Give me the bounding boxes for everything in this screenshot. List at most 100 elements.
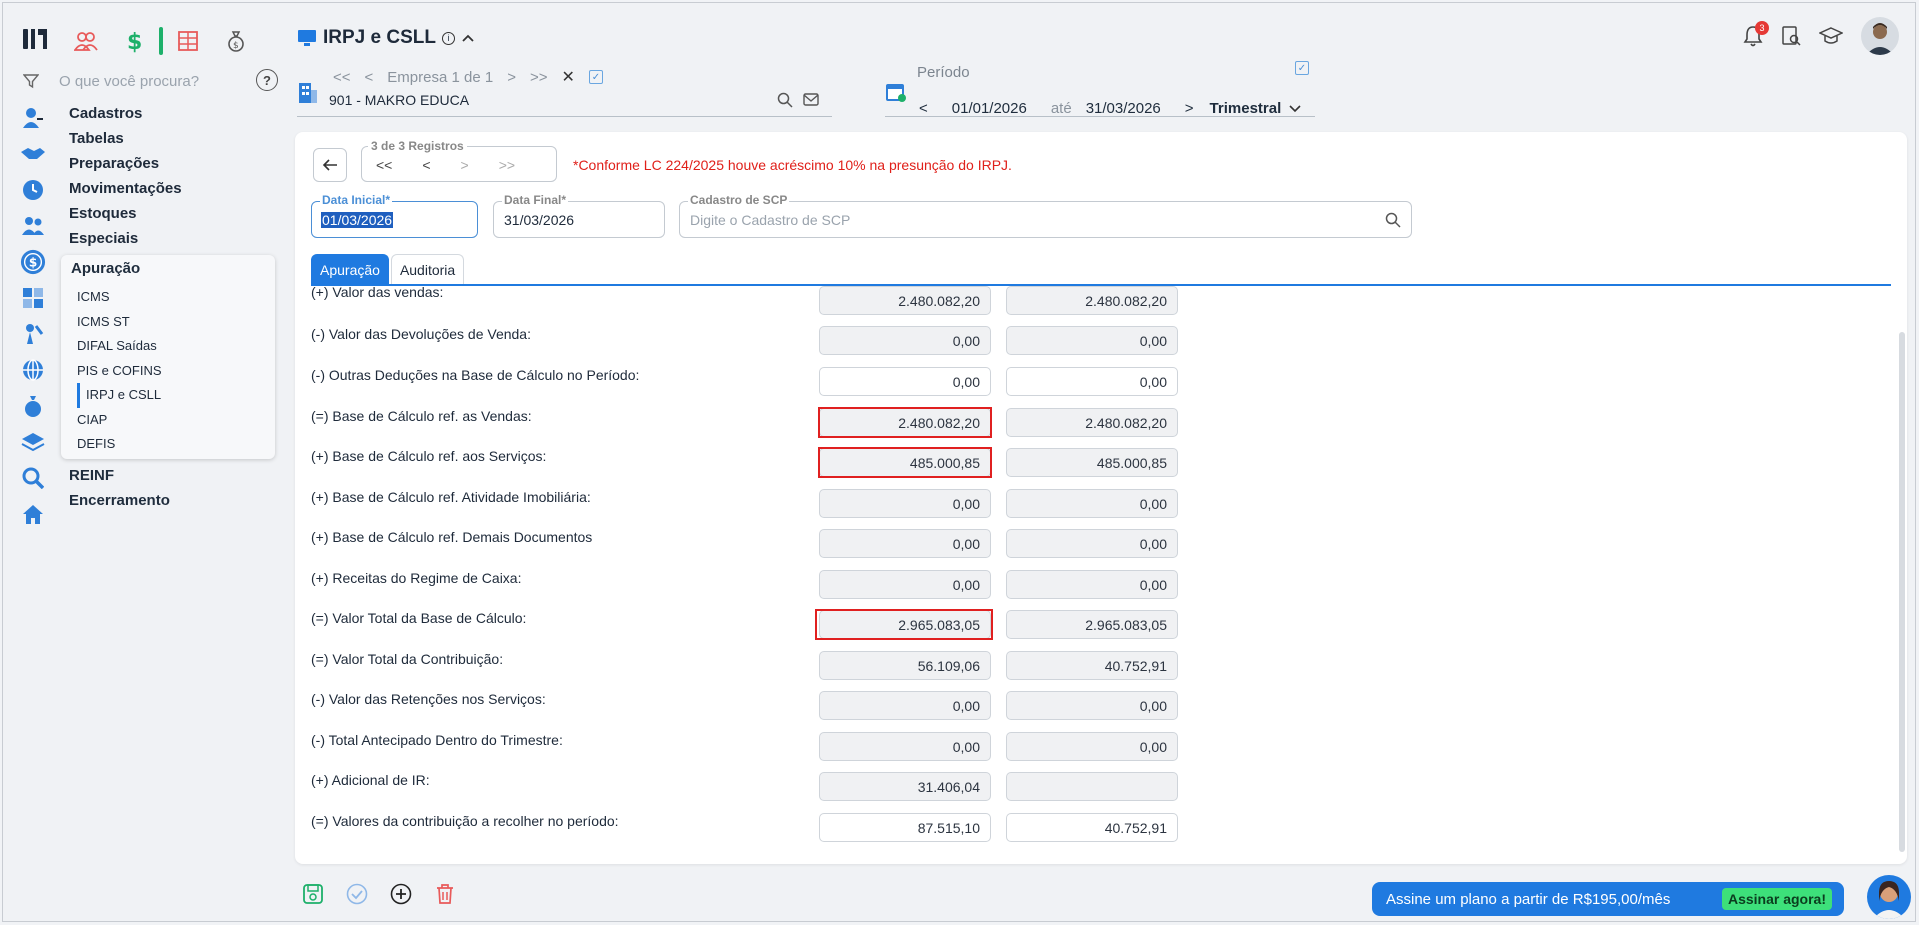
value-field-2[interactable]: 2.480.082,20	[1006, 286, 1178, 315]
menu-item-movimentacoes[interactable]: Movimentações	[69, 176, 279, 201]
menu-item-cadastros[interactable]: Cadastros	[69, 101, 279, 126]
prev-period-button[interactable]: <	[919, 100, 928, 117]
first-record-button[interactable]: <<	[376, 157, 392, 173]
clock-icon[interactable]	[20, 177, 46, 203]
help-icon[interactable]: ?	[256, 69, 278, 91]
value-field-1[interactable]: 0,00	[819, 326, 991, 355]
submenu-item-icms[interactable]: ICMS	[61, 285, 275, 310]
submenu-item-ciap[interactable]: CIAP	[61, 408, 275, 433]
app-logo[interactable]	[21, 25, 49, 53]
first-company-button[interactable]: <<	[333, 69, 351, 86]
document-search-icon[interactable]	[1781, 25, 1801, 47]
value-field-1[interactable]: 2.480.082,20	[819, 286, 991, 315]
pen-icon[interactable]	[20, 321, 46, 347]
search-icon[interactable]	[777, 92, 793, 108]
scrollbar[interactable]	[1899, 332, 1905, 852]
close-icon[interactable]: ✕	[562, 67, 575, 87]
dollar-circle-icon[interactable]: $	[20, 249, 46, 275]
menu-search-placeholder[interactable]: O que você procura?	[59, 73, 199, 90]
add-button[interactable]	[389, 882, 413, 906]
money-bag-module-icon[interactable]: $	[223, 28, 249, 54]
plan-banner[interactable]: Assine um plano a partir de R$195,00/mês…	[1372, 882, 1844, 916]
menu-item-encerramento[interactable]: Encerramento	[69, 488, 170, 513]
data-inicial-field[interactable]: Data Inicial* 01/03/2026	[311, 193, 478, 238]
value-field-2[interactable]: 0,00	[1006, 367, 1178, 396]
info-icon[interactable]: i	[441, 31, 455, 45]
tab-auditoria[interactable]: Auditoria	[390, 254, 465, 284]
value-field-1[interactable]: 0,00	[819, 529, 991, 558]
submenu-title[interactable]: Apuração	[61, 255, 275, 285]
value-field-1[interactable]: 0,00	[819, 367, 991, 396]
save-button[interactable]	[301, 882, 325, 906]
value-field-2[interactable]: 0,00	[1006, 529, 1178, 558]
period-type-select[interactable]: Trimestral	[1210, 100, 1302, 117]
user-add-icon[interactable]	[20, 105, 46, 131]
value-field-2[interactable]: 0,00	[1006, 732, 1178, 761]
last-record-button[interactable]: >>	[499, 157, 515, 173]
mail-icon[interactable]	[803, 93, 819, 107]
value-field-1[interactable]: 56.109,06	[819, 651, 991, 680]
menu-item-especiais[interactable]: Especiais	[69, 226, 279, 251]
period-start[interactable]: 01/01/2026	[952, 100, 1027, 117]
graduation-cap-icon[interactable]	[1819, 26, 1843, 46]
user-avatar[interactable]	[1861, 17, 1899, 55]
company-checkbox[interactable]: ✓	[588, 70, 603, 84]
last-company-button[interactable]: >>	[530, 69, 548, 86]
data-final-field[interactable]: Data Final* 31/03/2026	[493, 193, 665, 238]
magnifier-icon[interactable]	[20, 465, 46, 491]
layers-icon[interactable]	[20, 429, 46, 455]
confirm-button[interactable]	[345, 882, 369, 906]
delete-button[interactable]	[433, 882, 457, 906]
submenu-item-difal[interactable]: DIFAL Saídas	[61, 334, 275, 359]
company-name[interactable]: 901 - MAKRO EDUCA	[329, 92, 469, 108]
value-field-2[interactable]: 0,00	[1006, 691, 1178, 720]
prev-record-button[interactable]: <	[422, 157, 430, 173]
assistant-avatar[interactable]	[1867, 875, 1911, 919]
users-icon[interactable]	[20, 213, 46, 239]
back-button[interactable]	[313, 148, 347, 182]
globe-gear-icon[interactable]	[20, 357, 46, 383]
menu-item-reinf[interactable]: REINF	[69, 463, 170, 488]
value-field-1[interactable]: 0,00	[819, 570, 991, 599]
menu-search[interactable]: O que você procura? ?	[23, 69, 278, 93]
value-field-1[interactable]: 87.515,10	[819, 813, 991, 842]
data-inicial-value[interactable]: 01/03/2026	[321, 212, 394, 228]
value-field-2[interactable]: 40.752,91	[1006, 813, 1178, 842]
grid-module-icon[interactable]	[175, 28, 201, 54]
next-period-button[interactable]: >	[1185, 100, 1194, 117]
period-end[interactable]: 31/03/2026	[1086, 100, 1161, 117]
next-record-button[interactable]: >	[461, 157, 469, 173]
next-company-button[interactable]: >	[507, 69, 516, 86]
handshake-icon[interactable]	[20, 141, 46, 167]
scp-search-icon[interactable]	[1385, 212, 1401, 228]
value-field-1[interactable]: 0,00	[819, 732, 991, 761]
submenu-item-irpj-csll[interactable]: IRPJ e CSLL	[77, 383, 275, 408]
value-field-1[interactable]: 0,00	[819, 489, 991, 518]
scp-field[interactable]: Cadastro de SCP Digite o Cadastro de SCP	[679, 193, 1412, 238]
menu-item-tabelas[interactable]: Tabelas	[69, 126, 279, 151]
value-field-2[interactable]	[1006, 772, 1178, 801]
period-checkbox[interactable]: ✓	[1295, 61, 1309, 75]
value-field-2[interactable]: 485.000,85	[1006, 448, 1178, 477]
subscribe-button[interactable]: Assinar agora!	[1721, 888, 1832, 910]
scp-input[interactable]: Digite o Cadastro de SCP	[690, 212, 850, 228]
submenu-item-pis-cofins[interactable]: PIS e COFINS	[61, 359, 275, 384]
value-field-2[interactable]: 0,00	[1006, 489, 1178, 518]
value-field-2[interactable]: 0,00	[1006, 326, 1178, 355]
value-field-2[interactable]: 0,00	[1006, 570, 1178, 599]
value-field-2[interactable]: 40.752,91	[1006, 651, 1178, 680]
submenu-item-icms-st[interactable]: ICMS ST	[61, 310, 275, 335]
chevron-up-icon[interactable]	[461, 33, 475, 43]
value-field-1[interactable]: 31.406,04	[819, 772, 991, 801]
value-field-1[interactable]: 0,00	[819, 691, 991, 720]
value-field-2[interactable]: 2.480.082,20	[1006, 408, 1178, 437]
data-final-value[interactable]: 31/03/2026	[504, 212, 574, 228]
money-bag-icon[interactable]	[20, 393, 46, 419]
home-icon[interactable]	[20, 501, 46, 527]
value-field-2[interactable]: 2.965.083,05	[1006, 610, 1178, 639]
tab-apuracao[interactable]: Apuração	[311, 254, 389, 284]
people-module-icon[interactable]	[73, 28, 99, 54]
menu-item-preparacoes[interactable]: Preparações	[69, 151, 279, 176]
submenu-item-defis[interactable]: DEFIS	[61, 432, 275, 457]
menu-item-estoques[interactable]: Estoques	[69, 201, 279, 226]
